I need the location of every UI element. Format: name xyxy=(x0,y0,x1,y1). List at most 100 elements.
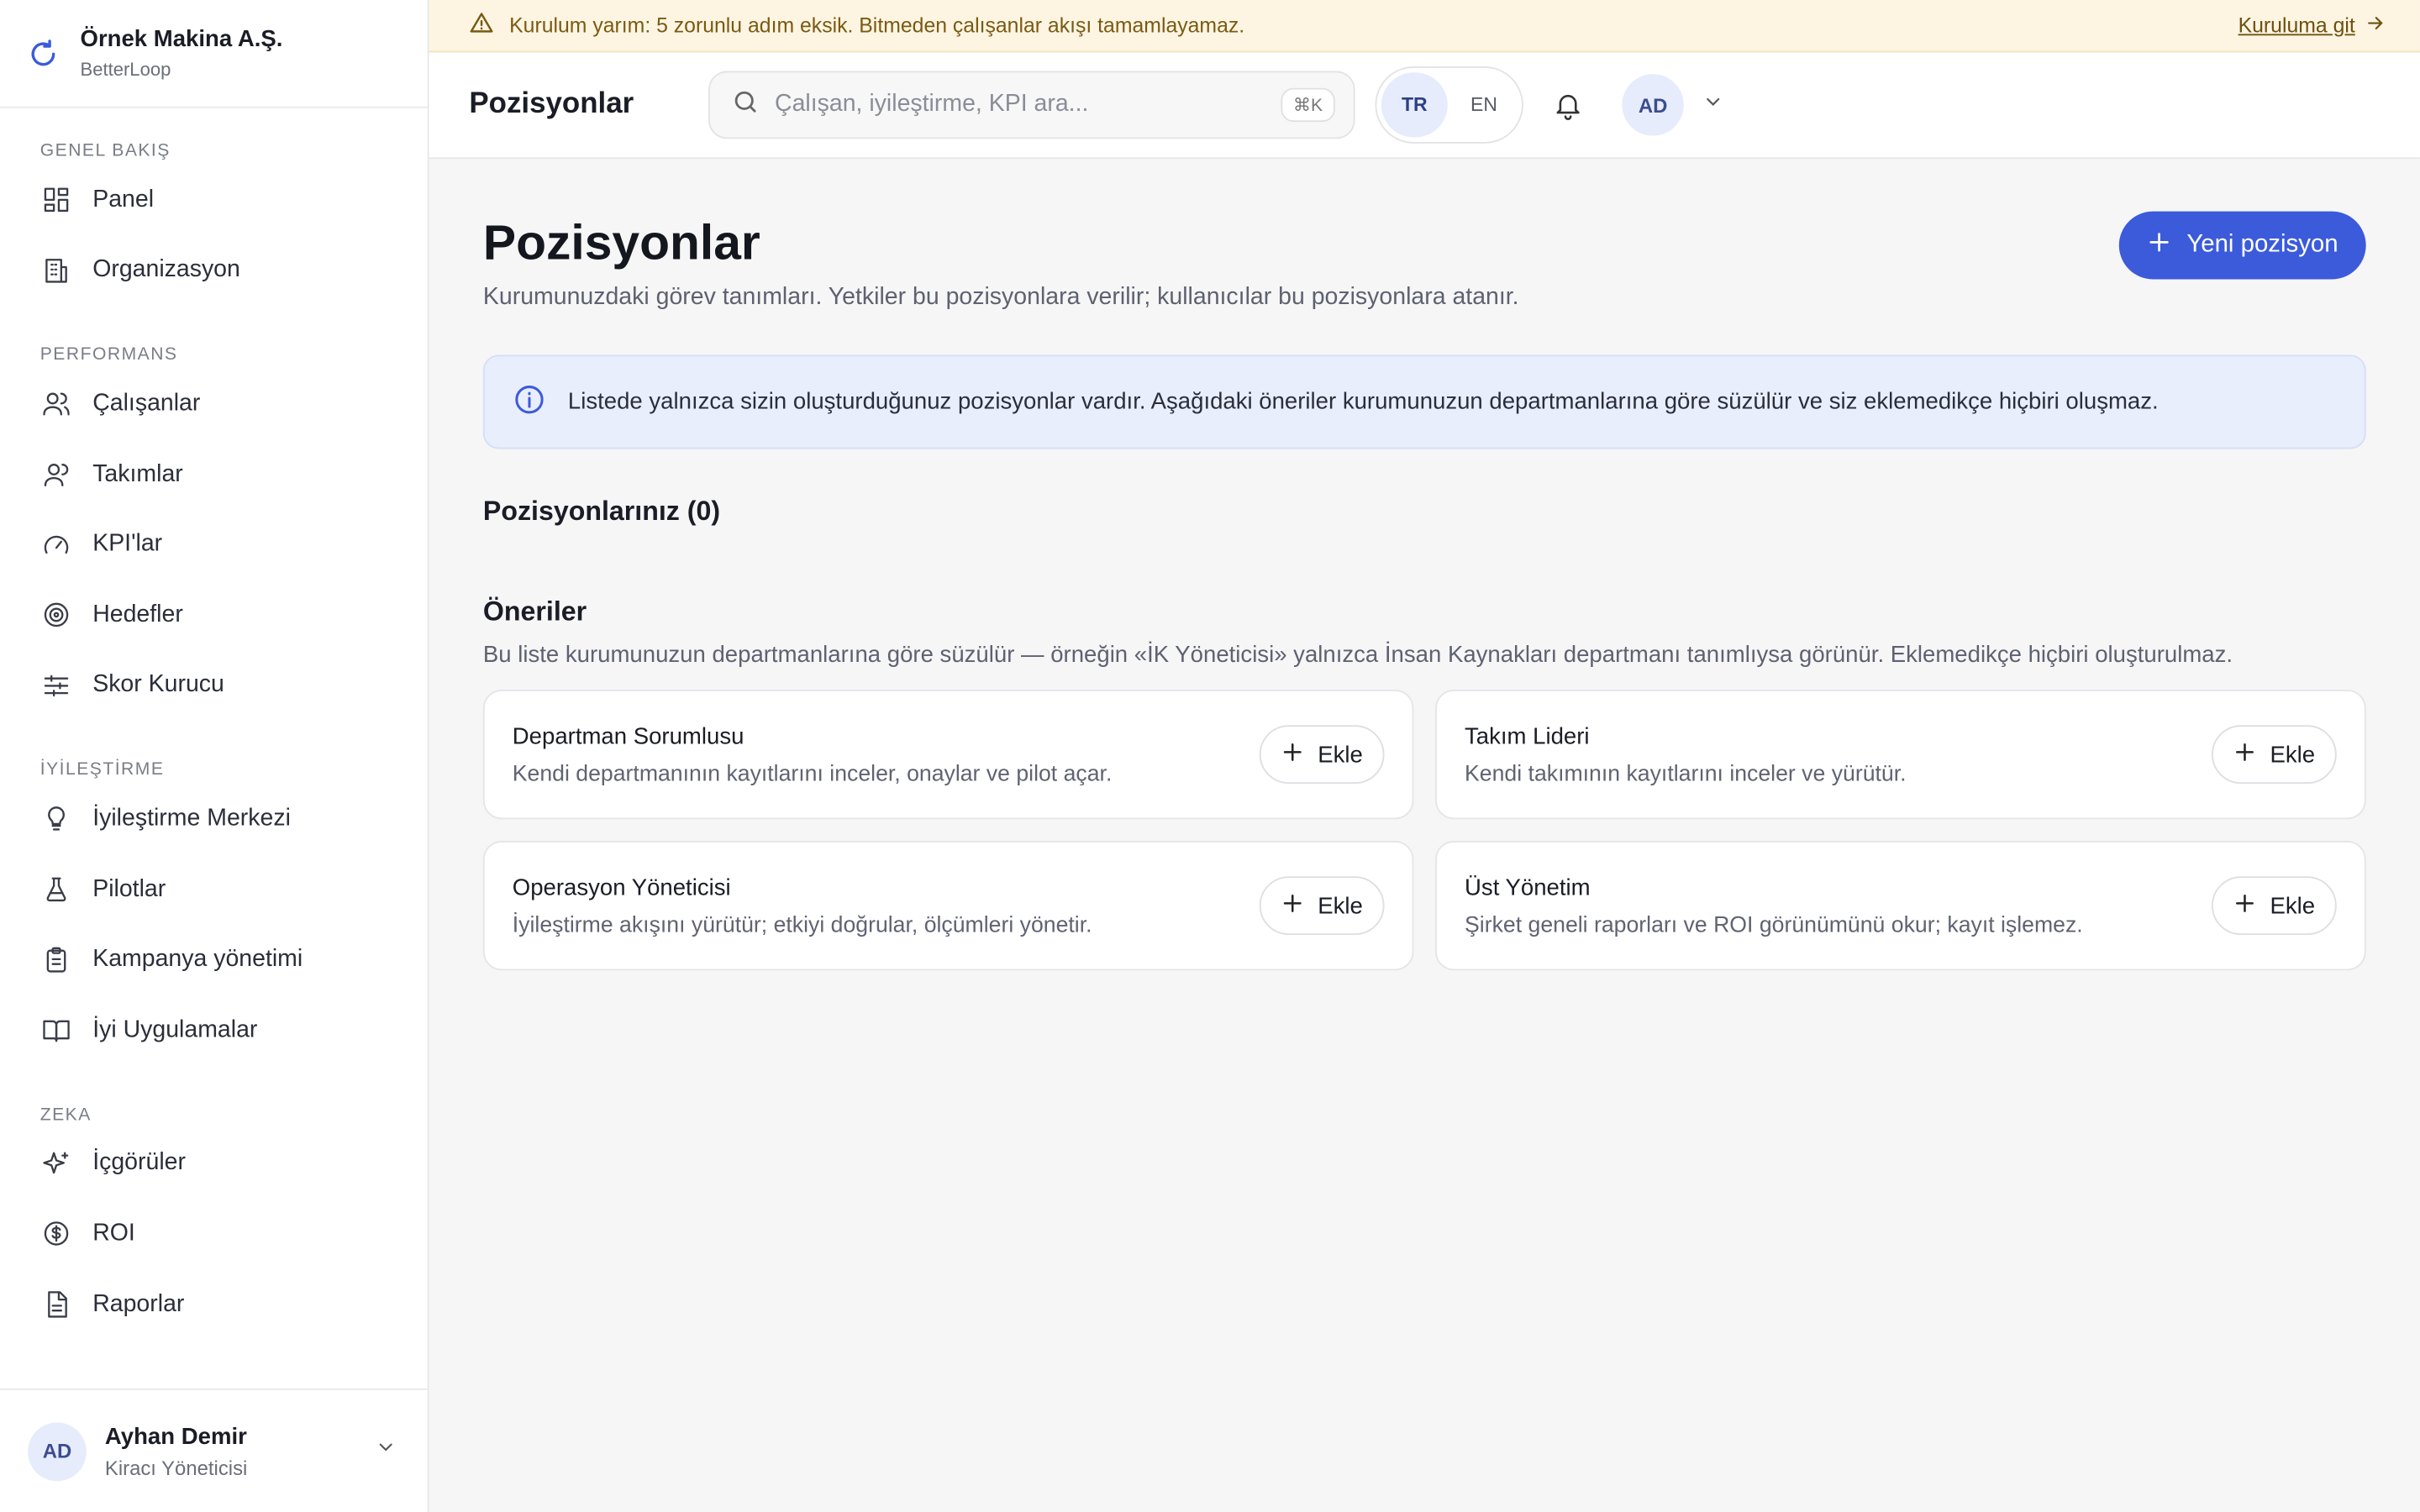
banner-text: Kurulum yarım: 5 zorunlu adım eksik. Bit… xyxy=(509,13,1245,38)
sidebar-item-label: İyi Uygulamalar xyxy=(92,1016,258,1043)
building-icon xyxy=(40,255,71,286)
topbar: Pozisyonlar Çalışan, iyileştirme, KPI ar… xyxy=(429,52,2420,160)
plus-icon xyxy=(1281,740,1304,769)
sidebar-item-organizasyon[interactable]: Organizasyon xyxy=(0,235,428,306)
add-suggestion-button[interactable]: Ekle xyxy=(1259,725,1385,785)
suggestions-heading: Öneriler xyxy=(482,595,587,627)
button-label: Ekle xyxy=(1318,892,1363,919)
chevron-down-icon[interactable] xyxy=(1702,90,1724,119)
dollar-icon xyxy=(40,1219,71,1250)
company-name: Örnek Makina A.Ş. xyxy=(80,26,283,53)
topbar-title: Pozisyonlar xyxy=(469,87,634,121)
sidebar-item-calisanlar[interactable]: Çalışanlar xyxy=(0,369,428,439)
user-menu[interactable]: AD Ayhan Demir Kiracı Yöneticisi xyxy=(0,1389,428,1512)
sidebar-item-icgoruler[interactable]: İçgörüler xyxy=(0,1129,428,1200)
sidebar-item-label: Kampanya yönetimi xyxy=(92,946,303,973)
suggestion-title: Departman Sorumlusu xyxy=(512,722,744,749)
suggestion-card: Operasyon Yöneticisi İyileştirme akışını… xyxy=(482,841,1414,971)
sidebar-nav: GENEL BAKIŞ Panel Organizasyon PERFORMAN… xyxy=(0,108,428,1389)
info-callout: Listede yalnızca sizin oluşturduğunuz po… xyxy=(482,354,2366,449)
sidebar-item-label: Pilotlar xyxy=(92,875,166,902)
sidebar-item-label: KPI'lar xyxy=(92,531,163,558)
search-icon xyxy=(732,87,760,123)
search-input[interactable]: Çalışan, iyileştirme, KPI ara... ⌘K xyxy=(708,71,1355,139)
sidebar-item-label: Skor Kurucu xyxy=(92,671,224,698)
lang-en-button[interactable]: EN xyxy=(1450,72,1517,137)
book-icon xyxy=(40,1015,71,1046)
chevron-down-icon[interactable] xyxy=(375,1436,397,1466)
plus-icon xyxy=(2147,229,2171,262)
go-to-setup-link[interactable]: Kuruluma git xyxy=(2238,13,2386,39)
suggestion-description: Kendi departmanının kayıtlarını inceler,… xyxy=(512,761,1113,786)
target-icon xyxy=(40,600,71,631)
clipboard-icon xyxy=(40,944,71,975)
avatar[interactable]: AD xyxy=(1622,74,1684,136)
plus-icon xyxy=(1281,891,1304,921)
suggestion-description: Kendi takımının kayıtlarını inceler ve y… xyxy=(1465,761,1907,786)
page-content: Pozisyonlar Kurumunuzdaki görev tanımlar… xyxy=(429,159,2420,971)
button-label: Ekle xyxy=(2270,892,2316,919)
sidebar: Örnek Makina A.Ş. BetterLoop GENEL BAKIŞ… xyxy=(0,0,429,1512)
sidebar-item-label: İyileştirme Merkezi xyxy=(92,805,291,832)
lang-tr-button[interactable]: TR xyxy=(1381,72,1448,138)
setup-warning-banner: Kurulum yarım: 5 zorunlu adım eksik. Bit… xyxy=(429,0,2420,53)
sidebar-item-label: Raporlar xyxy=(92,1290,185,1317)
sidebar-item-label: Panel xyxy=(92,186,155,213)
suggestions-grid: Departman Sorumlusu Kendi departmanının … xyxy=(482,690,2366,971)
product-name: BetterLoop xyxy=(80,58,171,81)
link-label: Kuruluma git xyxy=(2238,13,2355,38)
info-icon xyxy=(513,382,546,423)
user-name: Ayhan Demir xyxy=(104,1423,247,1450)
add-suggestion-button[interactable]: Ekle xyxy=(1259,876,1385,936)
lightbulb-icon xyxy=(40,804,71,835)
plus-icon xyxy=(2233,891,2256,921)
gauge-icon xyxy=(40,529,71,560)
sidebar-item-pilotlar[interactable]: Pilotlar xyxy=(0,854,428,925)
sidebar-item-label: İçgörüler xyxy=(92,1149,186,1177)
your-positions-heading: Pozisyonlarınız (0) xyxy=(482,495,721,527)
sidebar-item-takimlar[interactable]: Takımlar xyxy=(0,439,428,510)
sidebar-item-label: Takımlar xyxy=(92,460,183,487)
bell-icon[interactable] xyxy=(1551,88,1585,122)
sidebar-item-iyilestirme-merkezi[interactable]: İyileştirme Merkezi xyxy=(0,784,428,854)
sidebar-item-label: Çalışanlar xyxy=(92,390,201,417)
suggestion-title: Takım Lideri xyxy=(1465,722,1590,749)
sidebar-item-label: ROI xyxy=(92,1220,135,1247)
brand[interactable]: Örnek Makina A.Ş. BetterLoop xyxy=(0,0,428,108)
sidebar-item-label: Organizasyon xyxy=(92,256,240,283)
suggestion-card: Departman Sorumlusu Kendi departmanının … xyxy=(482,690,1414,820)
dashboard-icon xyxy=(40,185,71,216)
sidebar-item-kpilar[interactable]: KPI'lar xyxy=(0,510,428,580)
page-title: Pozisyonlar xyxy=(482,214,760,270)
add-suggestion-button[interactable]: Ekle xyxy=(2211,876,2337,936)
suggestion-card: Üst Yönetim Şirket geneli raporları ve R… xyxy=(1435,841,2366,971)
nav-section-title: GENEL BAKIŞ xyxy=(39,141,171,161)
suggestions-description: Bu liste kurumunuzun departmanlarına gör… xyxy=(482,642,2233,669)
nav-section-title: İYİLEŞTİRME xyxy=(39,760,165,780)
sidebar-item-hedefler[interactable]: Hedefler xyxy=(0,580,428,651)
suggestion-description: Şirket geneli raporları ve ROI görünümün… xyxy=(1465,912,2083,937)
sidebar-item-roi[interactable]: ROI xyxy=(0,1199,428,1269)
sidebar-item-kampanya-yonetimi[interactable]: Kampanya yönetimi xyxy=(0,925,428,995)
language-switcher: TR EN xyxy=(1375,66,1523,144)
add-suggestion-button[interactable]: Ekle xyxy=(2211,725,2337,785)
button-label: Ekle xyxy=(1318,741,1363,768)
warning-icon xyxy=(469,11,493,40)
file-icon xyxy=(40,1289,71,1320)
sidebar-item-raporlar[interactable]: Raporlar xyxy=(0,1269,428,1340)
nav-section-title: PERFORMANS xyxy=(39,345,178,365)
sidebar-item-skor-kurucu[interactable]: Skor Kurucu xyxy=(0,650,428,721)
sidebar-item-label: Hedefler xyxy=(92,601,183,628)
suggestion-title: Üst Yönetim xyxy=(1465,874,1591,900)
sidebar-item-panel[interactable]: Panel xyxy=(0,165,428,236)
search-placeholder: Çalışan, iyileştirme, KPI ara... xyxy=(775,91,1089,118)
new-position-button[interactable]: Yeni pozisyon xyxy=(2118,211,2366,280)
suggestion-description: İyileştirme akışını yürütür; etkiyi doğr… xyxy=(512,912,1092,937)
suggestion-card: Takım Lideri Kendi takımının kayıtlarını… xyxy=(1435,690,2366,820)
main-area: Kurulum yarım: 5 zorunlu adım eksik. Bit… xyxy=(429,0,2420,1512)
flask-icon xyxy=(40,874,71,906)
arrow-right-icon xyxy=(2365,13,2386,39)
avatar: AD xyxy=(28,1421,87,1481)
sidebar-item-iyi-uygulamalar[interactable]: İyi Uygulamalar xyxy=(0,995,428,1066)
sliders-icon xyxy=(40,670,71,701)
